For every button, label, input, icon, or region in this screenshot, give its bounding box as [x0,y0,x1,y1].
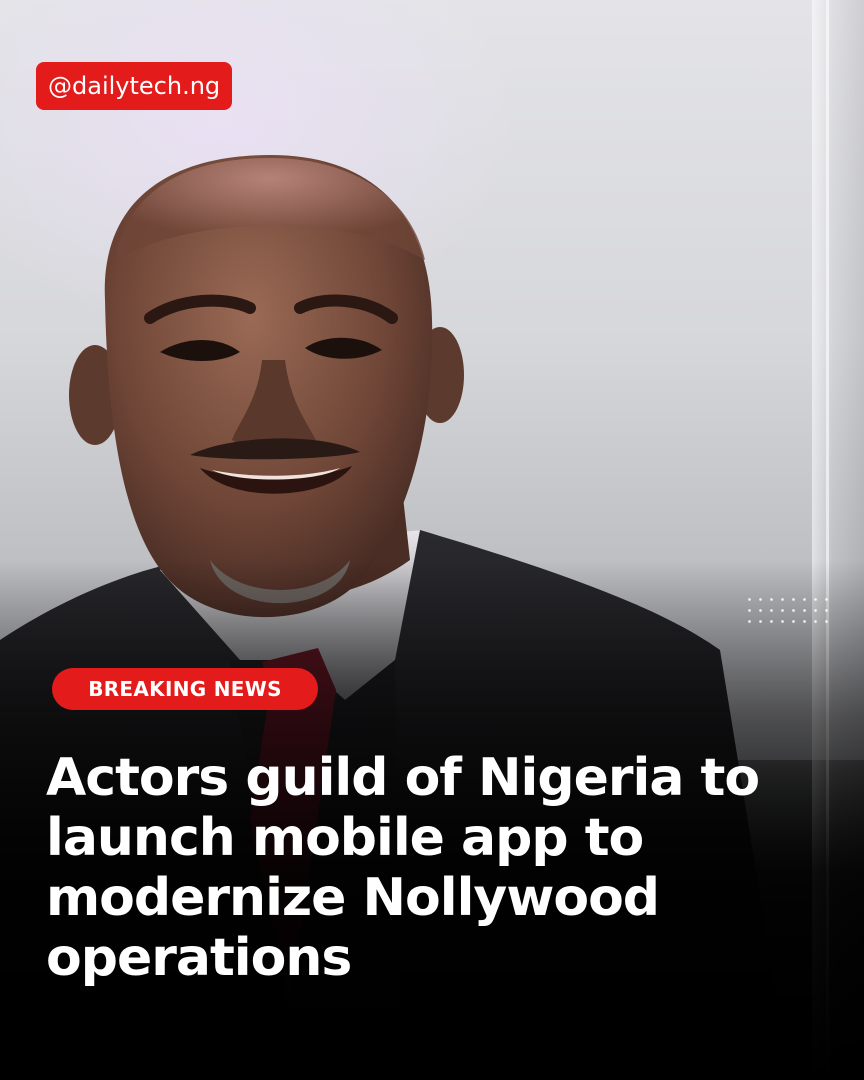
breaking-news-badge: BREAKING NEWS [52,668,318,710]
news-post-card: @dailytech.ng BREAKING NEWS Actors guild… [0,0,864,1080]
dot-grid-decoration-icon [744,594,832,624]
headline: Actors guild of Nigeria to launch mobile… [46,748,760,988]
account-handle-badge: @dailytech.ng [36,62,233,110]
